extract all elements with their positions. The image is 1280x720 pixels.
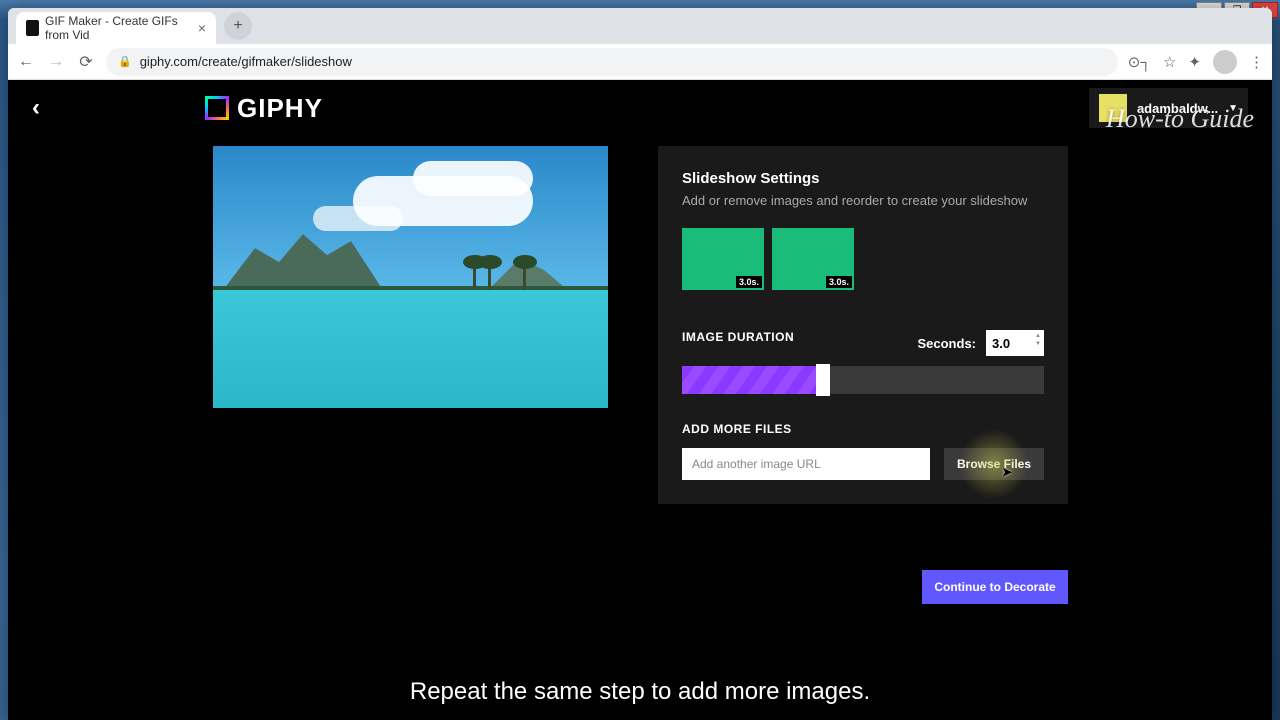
slide-thumbnail[interactable]: 3.0s.	[772, 228, 854, 290]
new-tab-button[interactable]: +	[224, 12, 252, 40]
panel-title: Slideshow Settings	[682, 170, 1044, 187]
logo[interactable]: GIPHY	[205, 93, 323, 124]
caption-text: Repeat the same step to add more images.	[410, 678, 870, 706]
slider-handle[interactable]	[816, 364, 830, 396]
thumbnail-list: 3.0s. 3.0s.	[682, 228, 1044, 290]
add-more-label: ADD MORE FILES	[682, 422, 1044, 436]
image-duration-label: IMAGE DURATION	[682, 330, 794, 344]
stepper-icon[interactable]: ▲▼	[1035, 332, 1041, 349]
logo-text: GIPHY	[237, 93, 323, 124]
url-placeholder: Add another image URL	[692, 457, 821, 471]
extensions-icon[interactable]: ✦	[1188, 53, 1201, 71]
settings-panel: Slideshow Settings Add or remove images …	[658, 146, 1068, 504]
slideshow-preview	[213, 146, 608, 408]
tab-title: GIF Maker - Create GIFs from Vid	[45, 14, 192, 42]
toolbar-icons: ⊙┐ ☆ ✦ ⋮	[1128, 50, 1264, 74]
thumbnail-duration: 3.0s.	[826, 276, 852, 288]
star-icon[interactable]: ☆	[1163, 53, 1176, 71]
browser-tab[interactable]: GIF Maker - Create GIFs from Vid ×	[16, 12, 216, 44]
continue-label: Continue to Decorate	[934, 580, 1055, 594]
profile-avatar[interactable]	[1213, 50, 1237, 74]
seconds-input[interactable]: 3.0 ▲▼	[986, 330, 1044, 356]
favicon	[26, 20, 39, 36]
duration-slider[interactable]	[682, 366, 1044, 394]
image-url-input[interactable]: Add another image URL	[682, 448, 930, 480]
address-bar: ← → ⟳ 🔒 giphy.com/create/gifmaker/slides…	[8, 44, 1272, 80]
key-icon[interactable]: ⊙┐	[1128, 53, 1151, 71]
page-header: ‹ GIPHY adambaldw... ▼	[8, 80, 1272, 136]
seconds-value: 3.0	[992, 336, 1010, 351]
tab-close-icon[interactable]: ×	[198, 20, 206, 36]
reload-button[interactable]: ⟳	[76, 52, 96, 72]
menu-icon[interactable]: ⋮	[1249, 53, 1264, 71]
page-content: How-to Guide ‹ GIPHY adambaldw... ▼	[8, 80, 1272, 720]
seconds-label: Seconds:	[917, 336, 976, 351]
cursor-icon: ➤	[1002, 465, 1012, 479]
lock-icon: 🔒	[118, 55, 132, 68]
caption-bar: Repeat the same step to add more images.	[8, 664, 1272, 720]
slider-fill	[682, 366, 816, 394]
back-button[interactable]: ←	[16, 52, 36, 72]
browser-window: GIF Maker - Create GIFs from Vid × + ← →…	[8, 8, 1272, 720]
watermark: How-to Guide	[1106, 104, 1254, 134]
continue-button[interactable]: Continue to Decorate	[922, 570, 1068, 604]
url-text: giphy.com/create/gifmaker/slideshow	[140, 54, 352, 69]
forward-button[interactable]: →	[46, 52, 66, 72]
browse-files-button[interactable]: Browse Files ➤	[944, 448, 1044, 480]
back-chevron-icon[interactable]: ‹	[32, 94, 40, 122]
tab-strip: GIF Maker - Create GIFs from Vid × +	[8, 8, 1272, 44]
slide-thumbnail[interactable]: 3.0s.	[682, 228, 764, 290]
main-content: Slideshow Settings Add or remove images …	[8, 136, 1272, 504]
thumbnail-duration: 3.0s.	[736, 276, 762, 288]
browse-label: Browse Files	[957, 457, 1031, 471]
panel-subtitle: Add or remove images and reorder to crea…	[682, 193, 1044, 208]
url-field[interactable]: 🔒 giphy.com/create/gifmaker/slideshow	[106, 48, 1118, 76]
logo-mark-icon	[205, 96, 229, 120]
